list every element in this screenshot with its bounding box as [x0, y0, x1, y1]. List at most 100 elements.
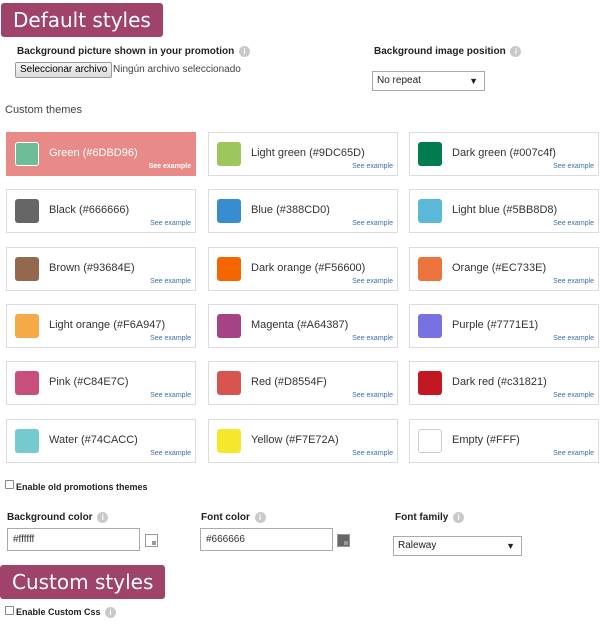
- custom-css-label: Enable Custom Css: [16, 607, 101, 617]
- theme-card[interactable]: Light green (#9DC65D) See example: [208, 132, 398, 176]
- theme-card[interactable]: Black (#666666) See example: [6, 189, 196, 233]
- info-icon[interactable]: i: [239, 46, 251, 57]
- see-example-link[interactable]: See example: [553, 163, 594, 170]
- theme-swatch: [217, 429, 241, 453]
- font-color-input[interactable]: #666666: [200, 528, 333, 551]
- theme-card[interactable]: Blue (#388CD0) See example: [208, 189, 398, 233]
- bg-position-label-row: Background image position i: [374, 46, 522, 58]
- custom-themes-label: Custom themes: [5, 104, 83, 116]
- theme-name: Light green (#9DC65D): [251, 147, 365, 159]
- see-example-link[interactable]: See example: [352, 220, 393, 227]
- font-color-label-row: Font color i: [201, 512, 266, 523]
- theme-card[interactable]: Orange (#EC733E) See example: [409, 247, 599, 291]
- bg-color-label: Background color: [7, 512, 93, 524]
- see-example-link[interactable]: See example: [149, 163, 191, 170]
- theme-name: Brown (#93684E): [49, 262, 135, 274]
- theme-card[interactable]: Brown (#93684E) See example: [6, 247, 196, 291]
- theme-card[interactable]: Purple (#7771E1) See example: [409, 304, 599, 348]
- theme-swatch: [217, 314, 241, 338]
- chevron-down-icon: ▼: [506, 541, 515, 551]
- see-example-link[interactable]: See example: [352, 163, 393, 170]
- custom-css-label-row: Enable Custom Css i: [16, 607, 117, 619]
- theme-name: Pink (#C84E7C): [49, 376, 129, 388]
- see-example-link[interactable]: See example: [352, 335, 393, 342]
- theme-card[interactable]: Yellow (#F7E72A) See example: [208, 419, 398, 463]
- info-icon[interactable]: i: [105, 607, 117, 619]
- theme-card[interactable]: Dark green (#007c4f) See example: [409, 132, 599, 176]
- theme-swatch: [418, 429, 442, 453]
- font-family-label: Font family: [395, 512, 449, 524]
- theme-name: Blue (#388CD0): [251, 204, 330, 216]
- theme-swatch: [15, 314, 39, 338]
- theme-name: Light orange (#F6A947): [49, 319, 166, 331]
- bg-color-input[interactable]: #ffffff: [7, 528, 140, 551]
- see-example-link[interactable]: See example: [553, 278, 594, 285]
- theme-swatch: [418, 257, 442, 281]
- theme-name: Water (#74CACC): [49, 434, 138, 446]
- theme-swatch: [15, 429, 39, 453]
- theme-swatch: [15, 199, 39, 223]
- font-family-value: Raleway: [398, 540, 437, 551]
- see-example-link[interactable]: See example: [553, 392, 594, 399]
- theme-name: Dark green (#007c4f): [452, 147, 556, 159]
- theme-card[interactable]: Green (#6DBD96) See example: [6, 132, 196, 176]
- info-icon[interactable]: i: [453, 512, 465, 523]
- bg-position-label: Background image position: [374, 46, 506, 58]
- theme-swatch: [418, 314, 442, 338]
- theme-swatch: [217, 199, 241, 223]
- theme-name: Magenta (#A64387): [251, 319, 349, 331]
- theme-card[interactable]: Dark orange (#F56600) See example: [208, 247, 398, 291]
- theme-name: Orange (#EC733E): [452, 262, 547, 274]
- see-example-link[interactable]: See example: [150, 278, 191, 285]
- see-example-link[interactable]: See example: [352, 392, 393, 399]
- chevron-down-icon: ▼: [469, 76, 478, 86]
- theme-card[interactable]: Red (#D8554F) See example: [208, 361, 398, 405]
- theme-swatch: [217, 142, 241, 166]
- theme-swatch: [15, 371, 39, 395]
- theme-name: Black (#666666): [49, 204, 130, 216]
- see-example-link[interactable]: See example: [150, 450, 191, 457]
- theme-card[interactable]: Pink (#C84E7C) See example: [6, 361, 196, 405]
- theme-swatch: [418, 199, 442, 223]
- theme-swatch: [418, 142, 442, 166]
- old-themes-checkbox[interactable]: [5, 480, 14, 489]
- info-icon[interactable]: i: [254, 512, 266, 523]
- theme-card[interactable]: Water (#74CACC) See example: [6, 419, 196, 463]
- see-example-link[interactable]: See example: [352, 278, 393, 285]
- see-example-link[interactable]: See example: [150, 392, 191, 399]
- theme-card[interactable]: Magenta (#A64387) See example: [208, 304, 398, 348]
- custom-styles-header: Custom styles: [0, 565, 166, 599]
- bg-position-value: No repeat: [377, 75, 421, 86]
- see-example-link[interactable]: See example: [553, 450, 594, 457]
- see-example-link[interactable]: See example: [150, 220, 191, 227]
- theme-name: Green (#6DBD96): [49, 147, 138, 159]
- theme-card[interactable]: Light orange (#F6A947) See example: [6, 304, 196, 348]
- theme-name: Light blue (#5BB8D8): [452, 204, 558, 216]
- font-color-picker[interactable]: [337, 534, 350, 547]
- see-example-link[interactable]: See example: [352, 450, 393, 457]
- see-example-link[interactable]: See example: [553, 220, 594, 227]
- theme-name: Dark orange (#F56600): [251, 262, 366, 274]
- bg-color-picker[interactable]: [145, 534, 158, 547]
- font-color-label: Font color: [201, 512, 250, 524]
- theme-card[interactable]: Dark red (#c31821) See example: [409, 361, 599, 405]
- see-example-link[interactable]: See example: [150, 335, 191, 342]
- theme-card[interactable]: Light blue (#5BB8D8) See example: [409, 189, 599, 233]
- theme-swatch: [15, 257, 39, 281]
- info-icon[interactable]: i: [97, 512, 109, 523]
- theme-card[interactable]: Empty (#FFF) See example: [409, 419, 599, 463]
- custom-css-checkbox[interactable]: [5, 606, 14, 615]
- default-styles-header: Default styles: [1, 3, 163, 37]
- theme-name: Red (#D8554F): [251, 376, 327, 388]
- theme-name: Empty (#FFF): [452, 434, 520, 446]
- bg-picture-label: Background picture shown in your promoti…: [17, 46, 235, 58]
- info-icon[interactable]: i: [510, 46, 522, 57]
- theme-swatch: [418, 371, 442, 395]
- choose-file-button[interactable]: Seleccionar archivo: [15, 62, 113, 78]
- file-status-text: Ningún archivo seleccionado: [113, 64, 241, 75]
- bg-position-select[interactable]: No repeat ▼: [372, 71, 485, 91]
- old-themes-label: Enable old promotions themes: [16, 482, 148, 492]
- theme-name: Yellow (#F7E72A): [251, 434, 339, 446]
- see-example-link[interactable]: See example: [553, 335, 594, 342]
- font-family-select[interactable]: Raleway ▼: [393, 536, 522, 556]
